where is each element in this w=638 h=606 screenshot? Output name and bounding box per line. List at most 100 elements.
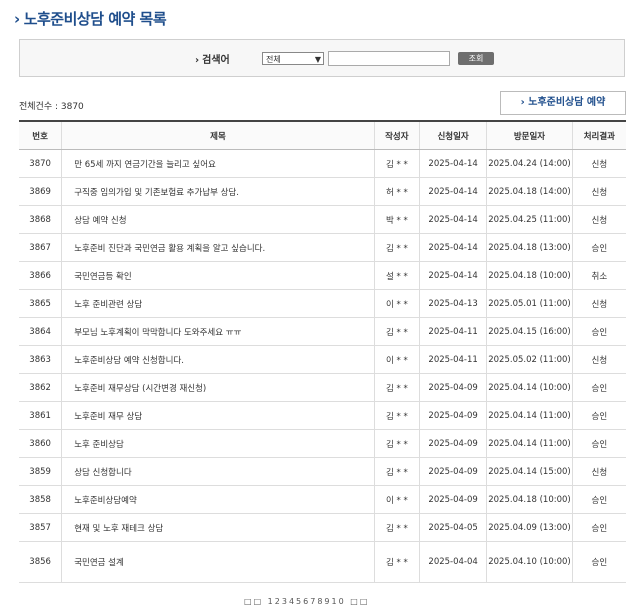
cell-writer: 김 * * <box>373 373 420 402</box>
table-row[interactable]: 3863 노후준비상담 예약 신청합니다. 이 * * 2025-04-11 2025.… <box>19 345 626 374</box>
cell-title[interactable]: 노후준비 재무 상담 <box>61 401 375 430</box>
cell-writer: 이 * * <box>373 289 420 318</box>
table-row[interactable]: 3870 만 65세 까지 연금기간을 늘리고 싶어요 김 * * 2025-04-1… <box>19 149 626 178</box>
cell-no: 3860 <box>19 429 62 458</box>
page-link[interactable]: 9 <box>324 597 331 606</box>
table-row[interactable]: 3869 구직중 임의가입 및 기존보험료 추가납부 상담. 허 * * 2025-0… <box>19 177 626 206</box>
total-count: 전체건수 : 3870 <box>19 102 84 112</box>
cell-visit: 2025.04.10 (10:00) <box>486 541 573 583</box>
cell-no: 3859 <box>19 457 62 486</box>
cell-applied: 2025-04-14 <box>418 149 487 178</box>
header-title: 제목 <box>61 120 375 150</box>
cell-title[interactable]: 상담 신청합니다 <box>61 457 375 486</box>
cell-title[interactable]: 만 65세 까지 연금기간을 늘리고 싶어요 <box>61 149 375 178</box>
cell-no: 3862 <box>19 373 62 402</box>
prev-page-icon[interactable]: □ <box>254 597 264 606</box>
cell-title[interactable]: 국민연금 설계 <box>61 541 375 583</box>
table-row[interactable]: 3858 노후준비상담예약 이 * * 2025-04-09 2025.04.18 (1… <box>19 485 626 514</box>
page-link[interactable]: 1 <box>268 597 275 606</box>
cell-writer: 허 * * <box>373 177 420 206</box>
first-page-icon[interactable]: □ <box>244 597 254 606</box>
page-link[interactable]: 3 <box>282 597 289 606</box>
cell-visit: 2025.04.18 (10:00) <box>486 485 573 514</box>
cell-status: 승인 <box>571 373 626 402</box>
cell-writer: 이 * * <box>373 485 420 514</box>
cell-applied: 2025-04-14 <box>418 177 487 206</box>
cell-title[interactable]: 노후준비 재무상담 (시간변경 재신청) <box>61 373 375 402</box>
table-row[interactable]: 3861 노후준비 재무 상담 김 * * 2025-04-09 2025.04.14 … <box>19 401 626 430</box>
cell-applied: 2025-04-09 <box>418 485 487 514</box>
cell-visit: 2025.05.01 (11:00) <box>486 289 573 318</box>
cell-applied: 2025-04-09 <box>418 401 487 430</box>
cell-writer: 김 * * <box>373 317 420 346</box>
header-visit: 방문일자 <box>486 120 573 150</box>
cell-writer: 김 * * <box>373 457 420 486</box>
cell-title[interactable]: 노후 준비상담 <box>61 429 375 458</box>
next-page-icon[interactable]: □ <box>350 597 360 606</box>
cell-title[interactable]: 상담 예약 신청 <box>61 205 375 234</box>
table-row[interactable]: 3859 상담 신청합니다 김 * * 2025-04-09 2025.04.14 (1… <box>19 457 626 486</box>
table-row[interactable]: 3864 부모님 노후계획이 막막합니다 도와주세요 ㅠㅠ 김 * * 2025-04… <box>19 317 626 346</box>
cell-writer: 김 * * <box>373 429 420 458</box>
cell-visit: 2025.04.18 (14:00) <box>486 177 573 206</box>
cell-applied: 2025-04-05 <box>418 513 487 542</box>
cell-writer: 설 * * <box>373 261 420 290</box>
last-page-icon[interactable]: □ <box>360 597 370 606</box>
table-row[interactable]: 3867 노후준비 진단과 국민연금 활용 계획을 알고 싶습니다. 김 * * 20… <box>19 233 626 262</box>
cell-title[interactable]: 국민연금등 확인 <box>61 261 375 290</box>
chevron-right-icon: › <box>195 55 200 66</box>
table-row[interactable]: 3856 국민연금 설계 김 * * 2025-04-04 2025.04.10 (10… <box>19 541 626 583</box>
search-panel: › 검색어 전체 ▼ 조회 <box>19 39 625 77</box>
cell-title[interactable]: 노후준비 진단과 국민연금 활용 계획을 알고 싶습니다. <box>61 233 375 262</box>
search-button[interactable]: 조회 <box>458 52 494 65</box>
table-row[interactable]: 3860 노후 준비상담 김 * * 2025-04-09 2025.04.14 (11… <box>19 429 626 458</box>
table-header-row: 번호 제목 작성자 신청일자 방문일자 처리결과 <box>19 120 626 150</box>
cell-no: 3865 <box>19 289 62 318</box>
cell-applied: 2025-04-04 <box>418 541 487 583</box>
cell-status: 신청 <box>571 149 626 178</box>
search-input[interactable] <box>328 51 450 66</box>
cell-no: 3857 <box>19 513 62 542</box>
cell-applied: 2025-04-14 <box>418 261 487 290</box>
cell-status: 신청 <box>571 345 626 374</box>
cell-no: 3858 <box>19 485 62 514</box>
cell-status: 신청 <box>571 289 626 318</box>
table-row[interactable]: 3862 노후준비 재무상담 (시간변경 재신청) 김 * * 2025-04-09 2… <box>19 373 626 402</box>
cell-visit: 2025.05.02 (11:00) <box>486 345 573 374</box>
cell-visit: 2025.04.14 (15:00) <box>486 457 573 486</box>
cell-visit: 2025.04.14 (11:00) <box>486 401 573 430</box>
cell-writer: 김 * * <box>373 233 420 262</box>
page-link[interactable]: 2 <box>275 597 282 606</box>
cell-title[interactable]: 노후준비상담 예약 신청합니다. <box>61 345 375 374</box>
cell-status: 승인 <box>571 513 626 542</box>
table-row[interactable]: 3866 국민연금등 확인 설 * * 2025-04-14 2025.04.18 (1… <box>19 261 626 290</box>
page-link[interactable]: 4 <box>289 597 296 606</box>
cell-no: 3864 <box>19 317 62 346</box>
cell-status: 신청 <box>571 205 626 234</box>
table-row[interactable]: 3865 노후 준비관련 상담 이 * * 2025-04-13 2025.05.01 … <box>19 289 626 318</box>
cell-no: 3869 <box>19 177 62 206</box>
cell-applied: 2025-04-09 <box>418 373 487 402</box>
table-row[interactable]: 3868 상담 예약 신청 박 * * 2025-04-14 2025.04.25 (1… <box>19 205 626 234</box>
cell-visit: 2025.04.09 (13:00) <box>486 513 573 542</box>
cell-no: 3861 <box>19 401 62 430</box>
reserve-button[interactable]: › 노후준비상담 예약 <box>500 91 626 115</box>
page-link[interactable]: 10 <box>332 597 346 606</box>
header-status: 처리결과 <box>571 120 626 150</box>
search-scope-select[interactable]: 전체 ▼ <box>262 52 324 65</box>
cell-status: 신청 <box>571 177 626 206</box>
cell-status: 승인 <box>571 429 626 458</box>
cell-title[interactable]: 노후 준비관련 상담 <box>61 289 375 318</box>
cell-title[interactable]: 부모님 노후계획이 막막합니다 도와주세요 ㅠㅠ <box>61 317 375 346</box>
cell-writer: 김 * * <box>373 513 420 542</box>
header-writer: 작성자 <box>373 120 420 150</box>
cell-applied: 2025-04-13 <box>418 289 487 318</box>
cell-title[interactable]: 노후준비상담예약 <box>61 485 375 514</box>
table-row[interactable]: 3857 현재 및 노후 재테크 상담 김 * * 2025-04-05 2025.04… <box>19 513 626 542</box>
cell-title[interactable]: 현재 및 노후 재테크 상담 <box>61 513 375 542</box>
cell-status: 취소 <box>571 261 626 290</box>
cell-title[interactable]: 구직중 임의가입 및 기존보험료 추가납부 상담. <box>61 177 375 206</box>
cell-writer: 박 * * <box>373 205 420 234</box>
reservation-table: 번호 제목 작성자 신청일자 방문일자 처리결과 3870 만 65세 까지 연금… <box>19 120 626 583</box>
cell-applied: 2025-04-11 <box>418 345 487 374</box>
